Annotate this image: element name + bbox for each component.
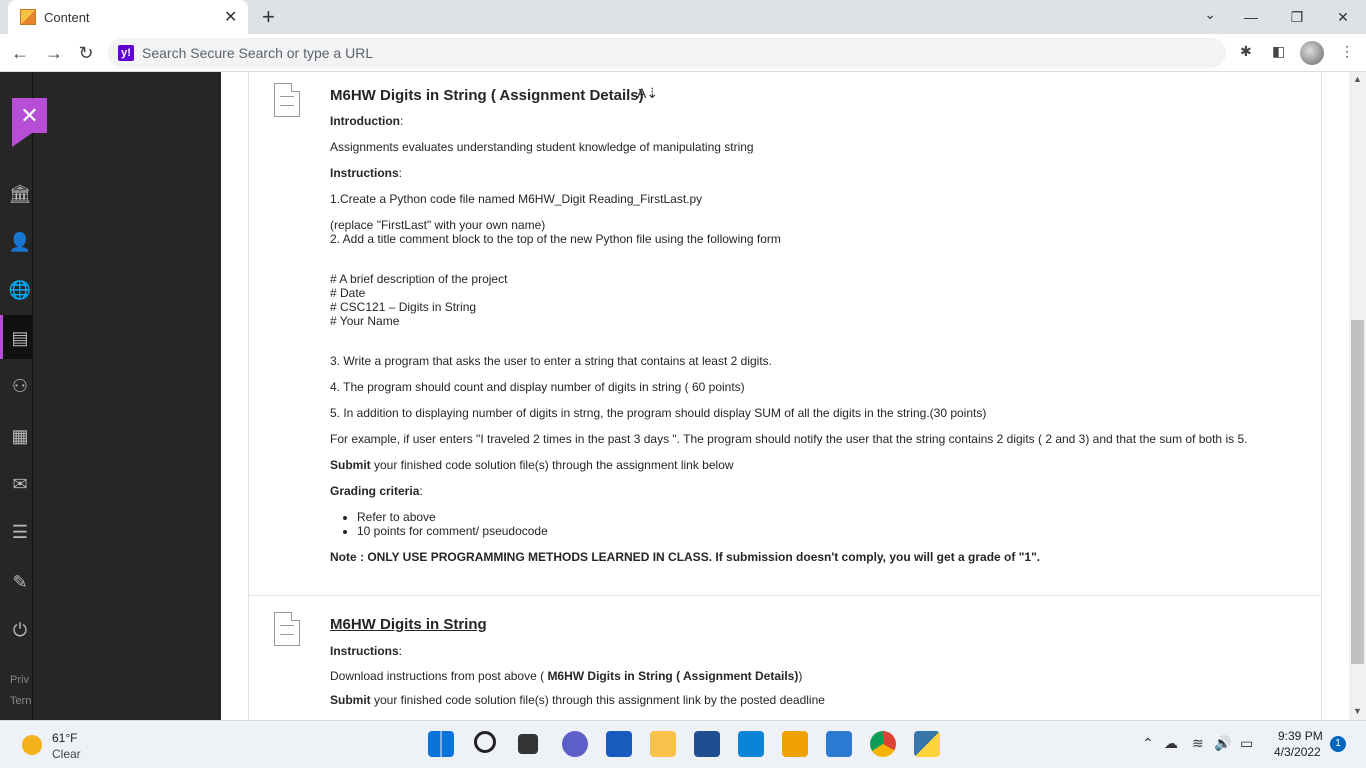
step-1-note: (replace "FirstLast" with your own name) <box>330 218 546 232</box>
tray-overflow-chevron-icon[interactable]: ⌃ <box>1142 735 1154 752</box>
app-icon[interactable] <box>738 731 764 757</box>
privacy-link[interactable]: Priv <box>10 674 29 686</box>
grading-label: Grading criteria: <box>330 484 423 498</box>
comment-line: # Your Name <box>330 314 400 328</box>
store-icon[interactable] <box>694 731 720 757</box>
step-3: 3. Write a program that asks the user to… <box>330 354 773 368</box>
yahoo-search-icon: y! <box>118 45 134 61</box>
scroll-thumb[interactable] <box>1351 320 1364 664</box>
submit-text: Submit your finished code solution file(… <box>330 693 825 707</box>
profile-avatar[interactable] <box>1300 41 1324 65</box>
step-4: 4. The program should count and display … <box>330 380 745 394</box>
submit-text: Submit your finished code solution file(… <box>330 458 734 472</box>
instructions-label: Instructions: <box>330 644 403 658</box>
window-close-icon[interactable]: ✕ <box>1320 0 1366 34</box>
volume-icon[interactable]: 🔊 <box>1214 735 1231 752</box>
organizations-icon[interactable]: ⚇ <box>8 374 32 398</box>
content-item-assignment-link: M6HW Digits in String Instructions: Down… <box>248 596 1322 720</box>
address-bar[interactable]: y! Search Secure Search or type a URL <box>108 38 1226 68</box>
item-title[interactable]: M6HW Digits in String ( Assignment Detai… <box>330 87 644 104</box>
clock-time[interactable]: 9:39 PM <box>1278 729 1323 743</box>
start-icon[interactable] <box>428 731 454 757</box>
comment-line: # CSC121 – Digits in String <box>330 300 477 314</box>
scroll-up-icon[interactable]: ▲ <box>1349 74 1366 84</box>
profile-icon[interactable]: 👤 <box>8 230 32 254</box>
note-text: Note : ONLY USE PROGRAMMING METHODS LEAR… <box>330 550 1041 564</box>
weather-temperature[interactable]: 61°F <box>52 731 77 745</box>
list-item: Refer to above <box>357 510 548 524</box>
media-app-icon[interactable] <box>782 731 808 757</box>
scroll-down-icon[interactable]: ▼ <box>1349 706 1366 716</box>
mail-icon[interactable] <box>826 731 852 757</box>
restore-icon[interactable]: ❐ <box>1274 0 1320 34</box>
clock-date[interactable]: 4/3/2022 <box>1274 745 1321 759</box>
comment-line: # Date <box>330 286 366 300</box>
messages-icon[interactable]: ✉ <box>8 472 32 496</box>
courses-icon[interactable]: ▤ <box>8 326 32 350</box>
tab-close-icon[interactable]: ✕ <box>224 7 237 27</box>
comment-line: # A brief description of the project <box>330 272 508 286</box>
new-tab-button[interactable]: + <box>262 4 275 30</box>
teams-chat-icon[interactable] <box>562 731 588 757</box>
tab-title: Content <box>44 10 90 25</box>
globe-icon[interactable]: 🌐 <box>8 278 32 302</box>
instructions-label: Instructions: <box>330 166 403 180</box>
weather-moon-icon[interactable] <box>22 735 42 755</box>
list-item: 10 points for comment/ pseudocode <box>357 524 548 538</box>
intro-label: Introduction: <box>330 114 404 128</box>
course-nav-panel <box>32 72 221 720</box>
notification-badge[interactable]: 1 <box>1330 736 1346 752</box>
step-2: 2. Add a title comment block to the top … <box>330 232 781 246</box>
reload-icon[interactable]: ↻ <box>74 41 98 65</box>
browser-tab[interactable]: Content ✕ <box>8 0 248 34</box>
item-options-icon[interactable]: A⇣ <box>637 85 658 102</box>
weather-condition[interactable]: Clear <box>52 747 81 761</box>
document-icon <box>274 83 300 117</box>
windows-taskbar: 61°F Clear ⌃ ☁ ≋ 🔊 ▭ 9:39 PM 4/3/2022 1 <box>0 720 1366 768</box>
forward-arrow-icon[interactable]: → <box>42 41 66 65</box>
document-icon <box>274 612 300 646</box>
example-text: For example, if user enters "I traveled … <box>330 432 1248 446</box>
battery-icon[interactable]: ▭ <box>1240 735 1253 752</box>
search-icon[interactable] <box>474 731 496 753</box>
side-panel-icon[interactable]: ◧ <box>1272 43 1285 60</box>
menu-kebab-icon[interactable]: ⋮ <box>1340 43 1354 60</box>
minimize-icon[interactable]: — <box>1228 0 1274 34</box>
onedrive-cloud-icon[interactable]: ☁ <box>1164 735 1178 752</box>
step-5: 5. In addition to displaying number of d… <box>330 406 987 420</box>
back-arrow-icon[interactable]: ← <box>8 41 32 65</box>
terms-link[interactable]: Tern <box>10 695 31 707</box>
wifi-icon[interactable]: ≋ <box>1192 735 1204 752</box>
calendar-icon[interactable]: ▦ <box>8 424 32 448</box>
content-item-assignment-details: M6HW Digits in String ( Assignment Detai… <box>248 72 1322 596</box>
address-placeholder: Search Secure Search or type a URL <box>142 45 374 61</box>
institution-icon[interactable]: 🏛 <box>8 182 32 206</box>
browser-toolbar: ← → ↻ y! Search Secure Search or type a … <box>0 34 1366 72</box>
python-icon[interactable] <box>914 731 940 757</box>
grades-icon[interactable]: ☰ <box>8 520 32 544</box>
content-scrollbar[interactable]: ▲ ▼ <box>1349 72 1366 720</box>
chrome-icon[interactable] <box>870 731 896 757</box>
sign-out-icon[interactable]: ⏻ <box>8 618 32 642</box>
assignment-link[interactable]: M6HW Digits in String <box>330 616 487 633</box>
close-course-menu-button[interactable]: ✕ <box>12 98 47 133</box>
extensions-puzzle-icon[interactable]: ✱ <box>1240 43 1252 60</box>
step-1: 1.Create a Python code file named M6HW_D… <box>330 192 703 206</box>
task-view-icon[interactable] <box>518 734 538 754</box>
tab-search-chevron-icon[interactable]: ⌄ <box>1204 6 1216 23</box>
grading-list: Refer to above 10 points for comment/ ps… <box>357 510 548 538</box>
course-content: M6HW Digits in String ( Assignment Detai… <box>221 72 1349 720</box>
tab-favicon-icon <box>20 9 36 25</box>
intro-text: Assignments evaluates understanding stud… <box>330 140 754 154</box>
file-explorer-icon[interactable] <box>650 731 676 757</box>
close-button-tail <box>12 133 32 147</box>
download-text: Download instructions from post above ( … <box>330 669 803 683</box>
word-icon[interactable] <box>606 731 632 757</box>
window-controls: — ❐ ✕ <box>1228 0 1366 34</box>
browser-tab-strip: Content ✕ + ⌄ — ❐ ✕ <box>0 0 1366 34</box>
tools-edit-icon[interactable]: ✎ <box>8 570 32 594</box>
